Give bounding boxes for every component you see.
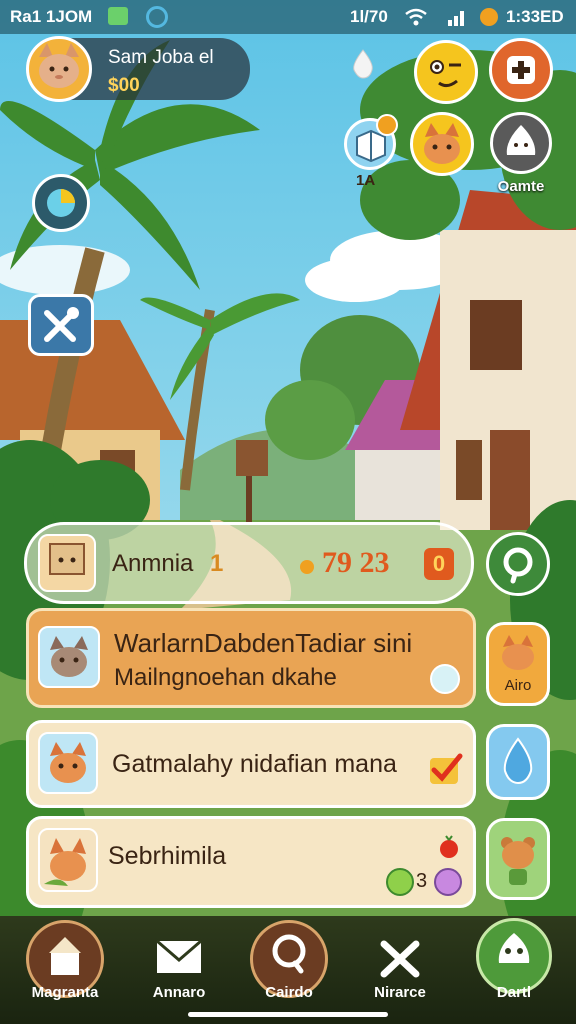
alarm-icon [480, 8, 498, 26]
pie-chart-icon [47, 189, 75, 217]
location-icon [146, 6, 168, 28]
player-money: $00 [108, 75, 140, 96]
app-notification-icon [108, 7, 128, 25]
carrier-text: Ra1 1JOM [10, 7, 93, 26]
wifi-icon [405, 8, 427, 26]
hud-coin-icon [300, 560, 314, 574]
hud-box-avatar [38, 534, 96, 592]
nav-label-nirarce: Nirarce [374, 984, 426, 1001]
quest-1-subtitle: Mailngnoehan dkahe [114, 664, 337, 691]
magnifier-icon [272, 934, 306, 974]
home-indicator[interactable] [188, 1012, 388, 1017]
quest-1-water-icon [430, 664, 460, 694]
quest-1-title: WarlarnDabdenTadiar sini [114, 628, 413, 658]
water-drop-icon [503, 737, 533, 785]
quest-3-side-button[interactable] [486, 818, 550, 900]
small-badge-count: 1A [356, 172, 376, 189]
cat-gray-icon [50, 636, 88, 677]
seed-icon [386, 868, 414, 896]
coin-icon [376, 114, 398, 136]
water-drop-icon[interactable] [348, 48, 378, 80]
cat-face-icon [424, 123, 460, 164]
bear-icon [501, 837, 535, 885]
emoji-face-button[interactable] [414, 40, 478, 104]
quest-2-title: Gatmalahy nidafian mana [112, 750, 397, 778]
hud-name: Anmnia [112, 550, 194, 577]
hud-score-icon: 0 [424, 548, 454, 580]
ghost-icon [506, 125, 536, 155]
checkmark-icon[interactable] [426, 750, 466, 790]
tools-icon [44, 307, 79, 342]
quest-2-avatar [38, 732, 98, 794]
fox-icon [50, 742, 86, 783]
hud-score: 79 23 [322, 546, 390, 579]
quest-1-avatar [38, 626, 100, 688]
clock-text: 1:33ED [506, 7, 564, 26]
mail-icon[interactable] [154, 938, 204, 978]
player-avatar[interactable] [26, 36, 92, 102]
tools-button[interactable] [28, 294, 94, 356]
quest-3-count: 3 [416, 870, 428, 892]
tomato-icon [440, 835, 458, 858]
ghost-face-icon [498, 933, 530, 963]
hud-number: 1 [210, 550, 224, 577]
search-icon [503, 547, 533, 584]
quest-2-side-button[interactable] [486, 724, 550, 800]
status-bar: Ra1 1JOM 1l/70 1:33ED [0, 0, 576, 34]
plus-icon [507, 56, 535, 84]
cat-orange-icon [502, 635, 534, 670]
smiley-icon [430, 60, 461, 88]
signal-icon [448, 11, 464, 26]
quest-1-side-label: Airo [504, 677, 532, 694]
ghost-button-label: Oamte [497, 178, 545, 195]
cat-avatar-icon [39, 43, 79, 88]
nav-label-magranta: Magranta [31, 984, 99, 1001]
pie-chart-button[interactable] [32, 174, 90, 232]
quest-1-side-button[interactable]: Airo [486, 622, 550, 706]
quest-3-title: Sebrhimila [108, 842, 227, 870]
player-name: Sam Joba el [108, 47, 214, 68]
box-character-icon [49, 543, 85, 575]
close-icon[interactable] [378, 938, 422, 980]
cat-character-button[interactable] [410, 112, 474, 176]
ghost-button[interactable] [490, 112, 552, 174]
flower-icon [434, 868, 462, 896]
fox-icon [44, 838, 86, 886]
quest-3-avatar [38, 828, 98, 892]
nav-button-dartl[interactable] [476, 918, 552, 994]
nav-label-dartl: Dartl [496, 984, 532, 1001]
status-center-text: 1l/70 [350, 7, 388, 26]
search-button[interactable] [486, 532, 550, 596]
house-icon [49, 937, 81, 975]
nav-label-cairdo: Cairdo [265, 984, 313, 1001]
add-button[interactable] [489, 38, 553, 102]
nav-label-annaro: Annaro [152, 984, 206, 1001]
